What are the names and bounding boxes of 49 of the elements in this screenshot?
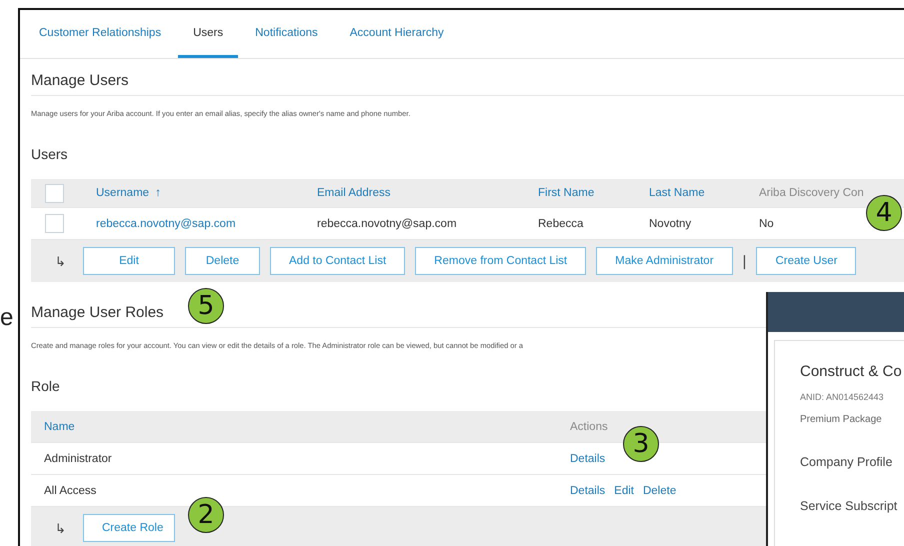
role-action-link[interactable]: Delete: [642, 484, 676, 496]
callout-number: 4: [866, 195, 902, 231]
action-button[interactable]: Edit: [83, 247, 175, 275]
role-action-link[interactable]: Details: [570, 484, 606, 496]
action-button[interactable]: Delete: [185, 247, 260, 275]
arrow-text: ↳: [55, 520, 67, 536]
table-title: Users: [31, 145, 69, 164]
callout-number: 2: [188, 497, 224, 533]
tab[interactable]: Users: [178, 10, 238, 58]
tab[interactable]: Account Hierarchy: [334, 10, 459, 58]
slide-text-fragment: e: [0, 306, 14, 330]
column-header[interactable]: Last Name: [649, 187, 705, 199]
create-role-button[interactable]: Create Role: [83, 514, 175, 542]
table-cell: Novotny: [649, 218, 692, 230]
table-cell: No: [759, 218, 774, 230]
table-cell: rebecca.novotny@sap.com: [317, 218, 457, 230]
callout-number: 5: [188, 288, 224, 324]
section-title: Manage Users: [31, 72, 129, 89]
panel-menu-item[interactable]: Service Subscript: [800, 499, 904, 513]
package-label: Premium Package: [800, 414, 883, 425]
column-header[interactable]: Name: [44, 420, 75, 432]
action-button[interactable]: Remove from Contact List: [415, 247, 586, 275]
column-header[interactable]: Username: [96, 187, 150, 199]
sort-indicator: ↑: [155, 187, 161, 199]
tab[interactable]: Notifications: [240, 10, 333, 58]
callout-number: 3: [623, 426, 659, 462]
role-action-link[interactable]: Edit: [614, 484, 634, 496]
select-all-checkbox[interactable]: [45, 184, 64, 202]
role-name: Administrator: [44, 452, 112, 464]
company-name: Construct & Co: [800, 363, 903, 380]
action-button[interactable]: Add to Contact List: [270, 247, 406, 275]
column-header[interactable]: First Name: [538, 187, 594, 199]
column-header: Ariba Discovery Con: [759, 187, 864, 199]
table-cell[interactable]: rebecca.novotny@sap.com: [96, 218, 236, 230]
action-button[interactable]: Create User: [756, 247, 856, 275]
role-name: All Access: [44, 484, 96, 496]
action-button[interactable]: Make Administrator: [596, 247, 733, 275]
section-title: Manage User Roles: [31, 304, 164, 321]
column-header: Actions: [570, 420, 608, 432]
role-action-link[interactable]: Details: [570, 452, 606, 464]
panel-menu-item[interactable]: Company Profile: [800, 455, 904, 469]
tab[interactable]: Customer Relationships: [24, 10, 176, 58]
company-id: ANID: AN014562443: [800, 392, 885, 402]
table-title: Role: [31, 378, 60, 394]
arrow-text: ↳: [55, 254, 67, 268]
row-checkbox[interactable]: [45, 214, 64, 233]
separator-text: |: [742, 252, 746, 270]
column-header[interactable]: Email Address: [317, 187, 391, 199]
table-cell: Rebecca: [538, 218, 584, 230]
